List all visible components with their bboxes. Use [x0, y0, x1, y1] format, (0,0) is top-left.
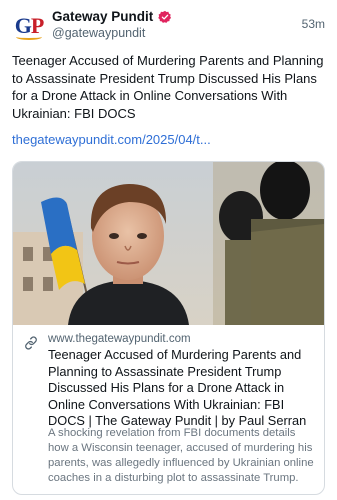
link-icon: [25, 336, 37, 350]
card-domain: www.thegatewaypundit.com: [48, 333, 191, 345]
card-title[interactable]: Teenager Accused of Murdering Parents an…: [48, 347, 318, 430]
link-preview-card[interactable]: www.thegatewaypundit.com Teenager Accuse…: [12, 161, 325, 495]
author-display-name[interactable]: Gateway Pundit: [52, 9, 153, 24]
card-description: A shocking revelation from FBI documents…: [48, 427, 314, 484]
card-image[interactable]: [13, 162, 324, 325]
post-text: Teenager Accused of Murdering Parents an…: [12, 53, 324, 121]
author-handle[interactable]: @gatewaypundit: [52, 26, 145, 40]
avatar[interactable]: GP: [12, 9, 46, 43]
post-timestamp[interactable]: 53m: [302, 17, 325, 31]
post-link[interactable]: thegatewaypundit.com/2025/04/t...: [12, 132, 211, 147]
avatar-swoosh: [16, 34, 42, 40]
verified-badge-icon: [158, 10, 172, 23]
author-name-row: Gateway Pundit: [52, 9, 172, 24]
